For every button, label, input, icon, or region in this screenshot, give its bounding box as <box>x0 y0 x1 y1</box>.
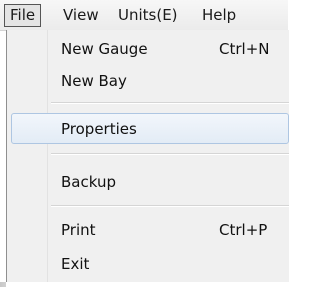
menu-item-backup[interactable]: Backup <box>7 167 289 197</box>
menu-item-shortcut: Ctrl+P <box>219 221 268 239</box>
menu-separator <box>51 102 289 104</box>
app-window: File View Units(E) Help New Gauge Ctrl+N… <box>0 0 289 287</box>
menu-bar: File View Units(E) Help <box>0 0 288 31</box>
menu-item-shortcut: Ctrl+N <box>219 40 270 58</box>
menu-separator <box>51 153 289 155</box>
menu-help[interactable]: Help <box>202 0 236 30</box>
menu-item-label: Properties <box>61 120 137 138</box>
menu-item-new-bay[interactable]: New Bay <box>7 66 289 96</box>
menu-item-label: Backup <box>61 173 116 191</box>
menu-item-label: Exit <box>61 255 90 273</box>
menu-item-exit[interactable]: Exit <box>7 249 289 279</box>
menu-item-new-gauge[interactable]: New Gauge Ctrl+N <box>7 34 289 64</box>
file-dropdown-menu: New Gauge Ctrl+N New Bay Properties Back… <box>6 30 289 282</box>
menu-file[interactable]: File <box>4 4 42 27</box>
menu-item-label: Print <box>61 221 96 239</box>
menu-item-label: New Gauge <box>61 40 148 58</box>
dropdown-bottom-edge <box>6 282 288 287</box>
menu-separator <box>51 205 289 207</box>
menu-item-properties[interactable]: Properties <box>11 113 289 144</box>
menu-units[interactable]: Units(E) <box>118 0 178 30</box>
menu-item-label: New Bay <box>61 72 127 90</box>
menu-view[interactable]: View <box>63 0 99 30</box>
menu-item-print[interactable]: Print Ctrl+P <box>7 215 289 245</box>
